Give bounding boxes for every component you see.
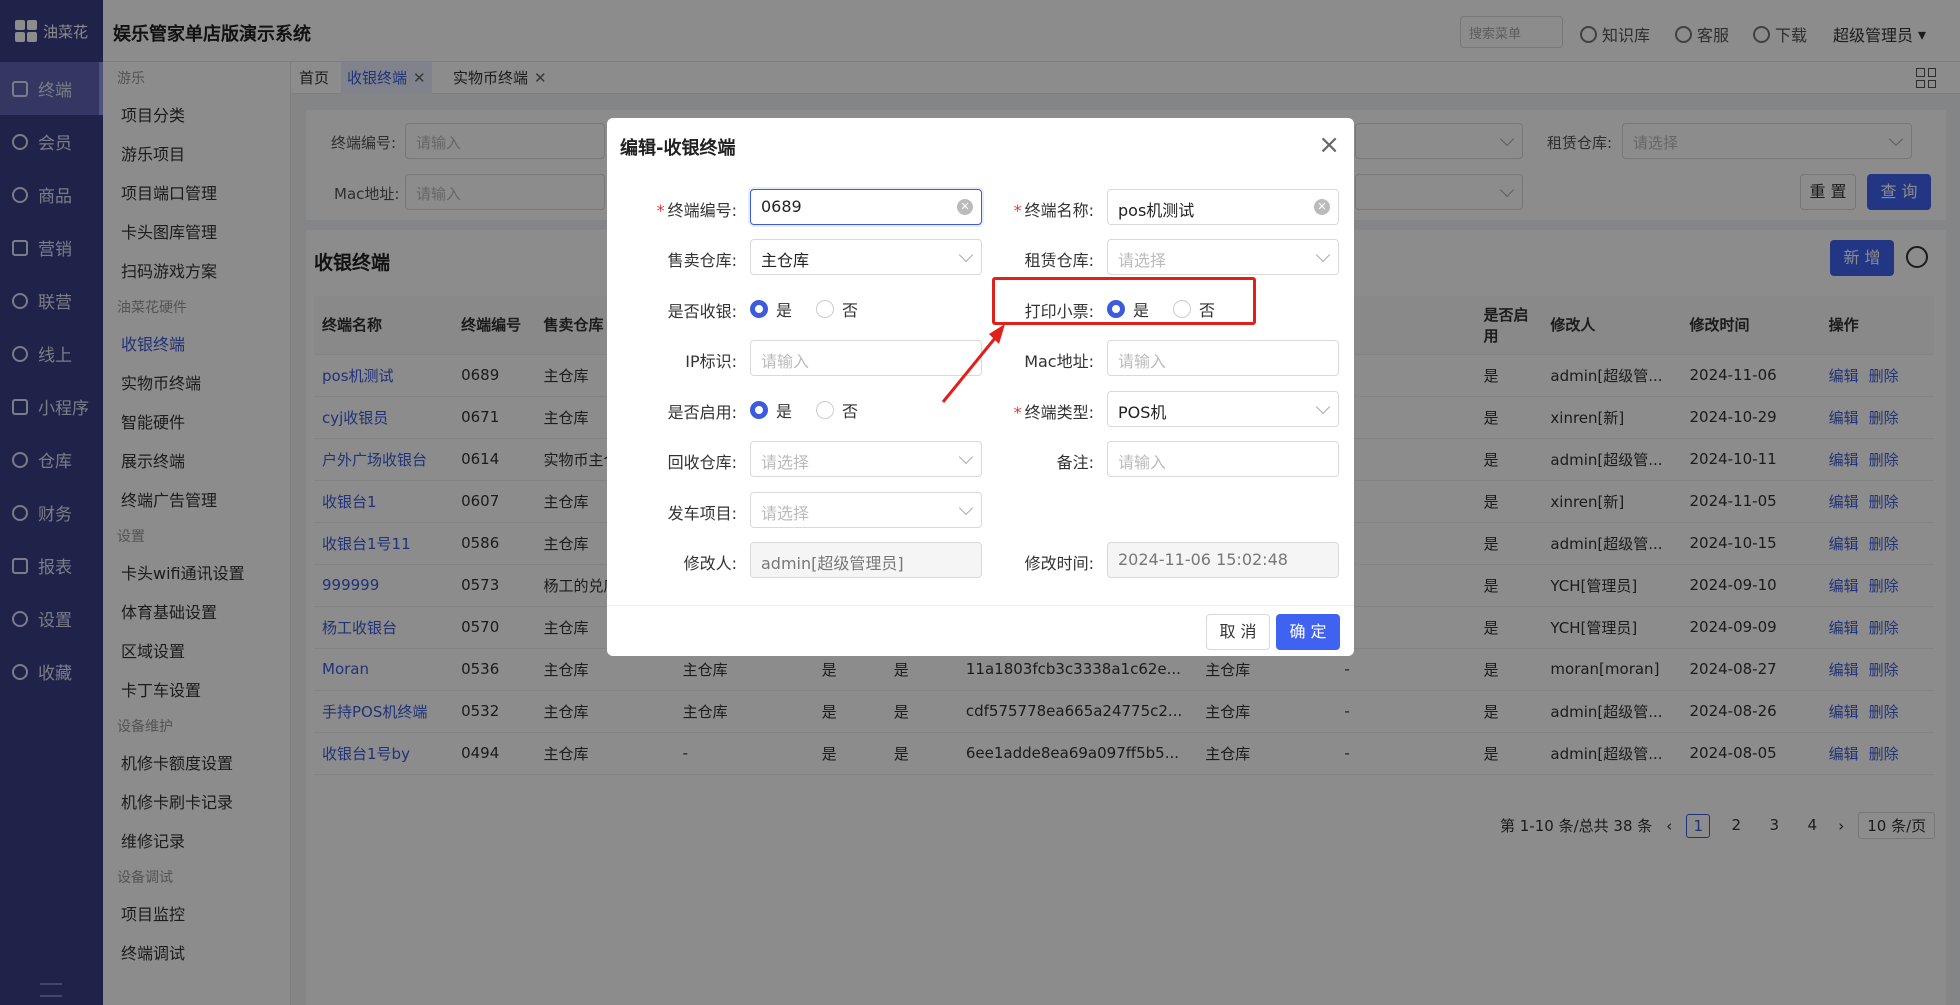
- is-enabled-label: 是否启用:: [667, 403, 737, 422]
- is-cashier-no-radio[interactable]: [816, 300, 835, 318]
- is-enabled-yes-radio[interactable]: [750, 401, 768, 419]
- is-cashier-yes-radio[interactable]: [750, 300, 768, 318]
- confirm-button[interactable]: 确 定: [1276, 614, 1340, 650]
- car-project-label: 发车项目:: [667, 504, 737, 523]
- clear-icon[interactable]: ✕: [1314, 199, 1330, 215]
- terminal-no-input[interactable]: 0689 ✕: [750, 189, 982, 225]
- modal-title: 编辑-收银终端: [620, 138, 736, 159]
- annotation-arrow-icon: [941, 324, 1005, 403]
- modifier-label: 修改人:: [683, 554, 737, 573]
- close-icon[interactable]: ×: [1318, 132, 1340, 158]
- sell-warehouse-select[interactable]: 主仓库: [750, 239, 982, 275]
- annotation-highlight-box: [992, 277, 1256, 325]
- terminal-name-input[interactable]: pos机测试 ✕: [1107, 189, 1339, 225]
- is-enabled-radio-group: 是 否: [750, 398, 858, 422]
- modify-time-field: 2024-11-06 15:02:48: [1107, 542, 1339, 578]
- is-cashier-label: 是否收银:: [667, 302, 737, 321]
- modify-time-label: 修改时间:: [1024, 554, 1094, 573]
- terminal-no-label: * 终端编号:: [656, 201, 737, 220]
- rent-warehouse-select[interactable]: 请选择: [1107, 239, 1339, 275]
- is-cashier-radio-group: 是 否: [750, 297, 858, 321]
- car-project-select[interactable]: 请选择: [750, 492, 982, 528]
- ip-label: IP标识:: [685, 352, 737, 371]
- is-enabled-no-radio[interactable]: [816, 401, 835, 419]
- terminal-type-select[interactable]: POS机: [1107, 391, 1339, 427]
- modifier-field: admin[超级管理员]: [750, 542, 982, 578]
- mac-input[interactable]: 请输入: [1107, 340, 1339, 376]
- recycle-warehouse-select[interactable]: 请选择: [750, 441, 982, 477]
- remark-input[interactable]: 请输入: [1107, 441, 1339, 477]
- recycle-warehouse-label: 回收仓库:: [667, 453, 737, 472]
- cancel-button[interactable]: 取 消: [1206, 614, 1270, 650]
- remark-label: 备注:: [1056, 453, 1094, 472]
- terminal-name-label: * 终端名称:: [1013, 201, 1094, 220]
- sell-warehouse-label: 售卖仓库:: [667, 251, 737, 270]
- rent-warehouse-label: 租赁仓库:: [1024, 251, 1094, 270]
- modal-footer: [607, 605, 1354, 606]
